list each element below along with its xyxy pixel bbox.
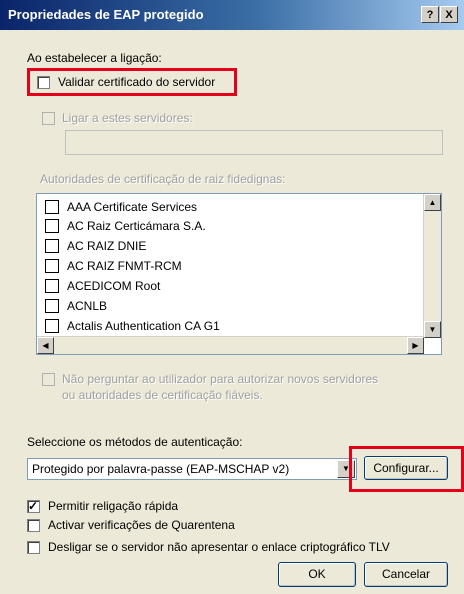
no-prompt-checkbox[interactable] — [42, 373, 55, 386]
tlv-disconnect-checkbox[interactable] — [27, 541, 40, 554]
connect-servers-label: Ligar a estes servidores: — [62, 111, 193, 125]
connect-servers-checkbox[interactable] — [42, 112, 55, 125]
list-item-checkbox[interactable] — [45, 239, 59, 253]
horizontal-scrollbar[interactable]: ◀ ▶ — [37, 336, 424, 354]
cancel-button[interactable]: Cancelar — [364, 562, 448, 587]
list-item-label: ACEDICOM Root — [67, 279, 161, 293]
connect-heading: Ao estabelecer a ligação: — [27, 51, 162, 65]
list-item-label: AAA Certificate Services — [67, 200, 198, 214]
scroll-up-icon[interactable]: ▲ — [424, 194, 441, 211]
tlv-disconnect-label: Desligar se o servidor não apresentar o … — [48, 540, 390, 554]
list-item-label: AC Raiz Certicámara S.A. — [67, 219, 206, 233]
list-item-label: AC RAIZ FNMT-RCM — [67, 259, 182, 273]
ok-button[interactable]: OK — [278, 562, 356, 587]
list-item-checkbox[interactable] — [45, 259, 59, 273]
close-button[interactable]: X — [440, 6, 458, 23]
list-item[interactable]: ACEDICOM Root — [45, 276, 160, 296]
auth-method-value: Protegido por palavra-passe (EAP-MSCHAP … — [32, 462, 290, 476]
list-item-checkbox[interactable] — [45, 279, 59, 293]
quarantine-label: Activar verificações de Quarentena — [48, 518, 235, 532]
validate-cert-label: Validar certificado do servidor — [58, 75, 216, 89]
list-item-checkbox[interactable] — [45, 200, 59, 214]
fast-reconnect-label: Permitir religação rápida — [48, 499, 179, 513]
list-item[interactable]: AC Raiz Certicámara S.A. — [45, 216, 206, 236]
scroll-down-icon[interactable]: ▼ — [424, 321, 441, 338]
list-item-label: ACNLB — [67, 299, 108, 313]
trusted-root-heading: Autoridades de certificação de raiz fide… — [40, 172, 286, 186]
list-item[interactable]: AC RAIZ FNMT-RCM — [45, 256, 182, 276]
list-item-checkbox[interactable] — [45, 299, 59, 313]
help-button[interactable]: ? — [421, 6, 439, 23]
list-item[interactable]: AC RAIZ DNIE — [45, 236, 146, 256]
vertical-scrollbar[interactable]: ▲ ▼ — [423, 194, 441, 338]
scroll-right-icon[interactable]: ▶ — [407, 337, 424, 354]
fast-reconnect-checkbox[interactable] — [27, 499, 40, 513]
list-item-checkbox[interactable] — [45, 219, 59, 233]
list-item[interactable]: AAA Certificate Services — [45, 197, 197, 217]
auth-method-heading: Seleccione os métodos de autenticação: — [27, 435, 243, 449]
list-item-label: Actalis Authentication CA G1 — [67, 319, 220, 333]
validate-cert-checkbox[interactable] — [37, 76, 50, 89]
servers-input[interactable] — [65, 130, 443, 155]
trusted-root-list[interactable]: AAA Certificate Services AC Raiz Certicá… — [36, 193, 442, 355]
window-title: Propriedades de EAP protegido — [8, 7, 204, 22]
scroll-left-icon[interactable]: ◀ — [37, 337, 54, 354]
list-item-label: AC RAIZ DNIE — [67, 239, 147, 253]
eap-properties-dialog: Propriedades de EAP protegido ? X Ao est… — [0, 0, 464, 594]
title-bar: Propriedades de EAP protegido ? X — [0, 0, 464, 30]
no-prompt-label-line2: ou autoridades de certificação fiáveis. — [62, 388, 263, 402]
configure-button[interactable]: Configurar... — [364, 456, 448, 480]
quarantine-checkbox[interactable] — [27, 519, 40, 532]
list-item[interactable]: ACNLB — [45, 296, 107, 316]
auth-method-select[interactable]: Protegido por palavra-passe (EAP-MSCHAP … — [27, 458, 357, 480]
no-prompt-label-line1: Não perguntar ao utilizador para autoriz… — [62, 372, 379, 386]
list-item-checkbox[interactable] — [45, 319, 59, 333]
list-item[interactable]: Actalis Authentication CA G1 — [45, 316, 220, 336]
